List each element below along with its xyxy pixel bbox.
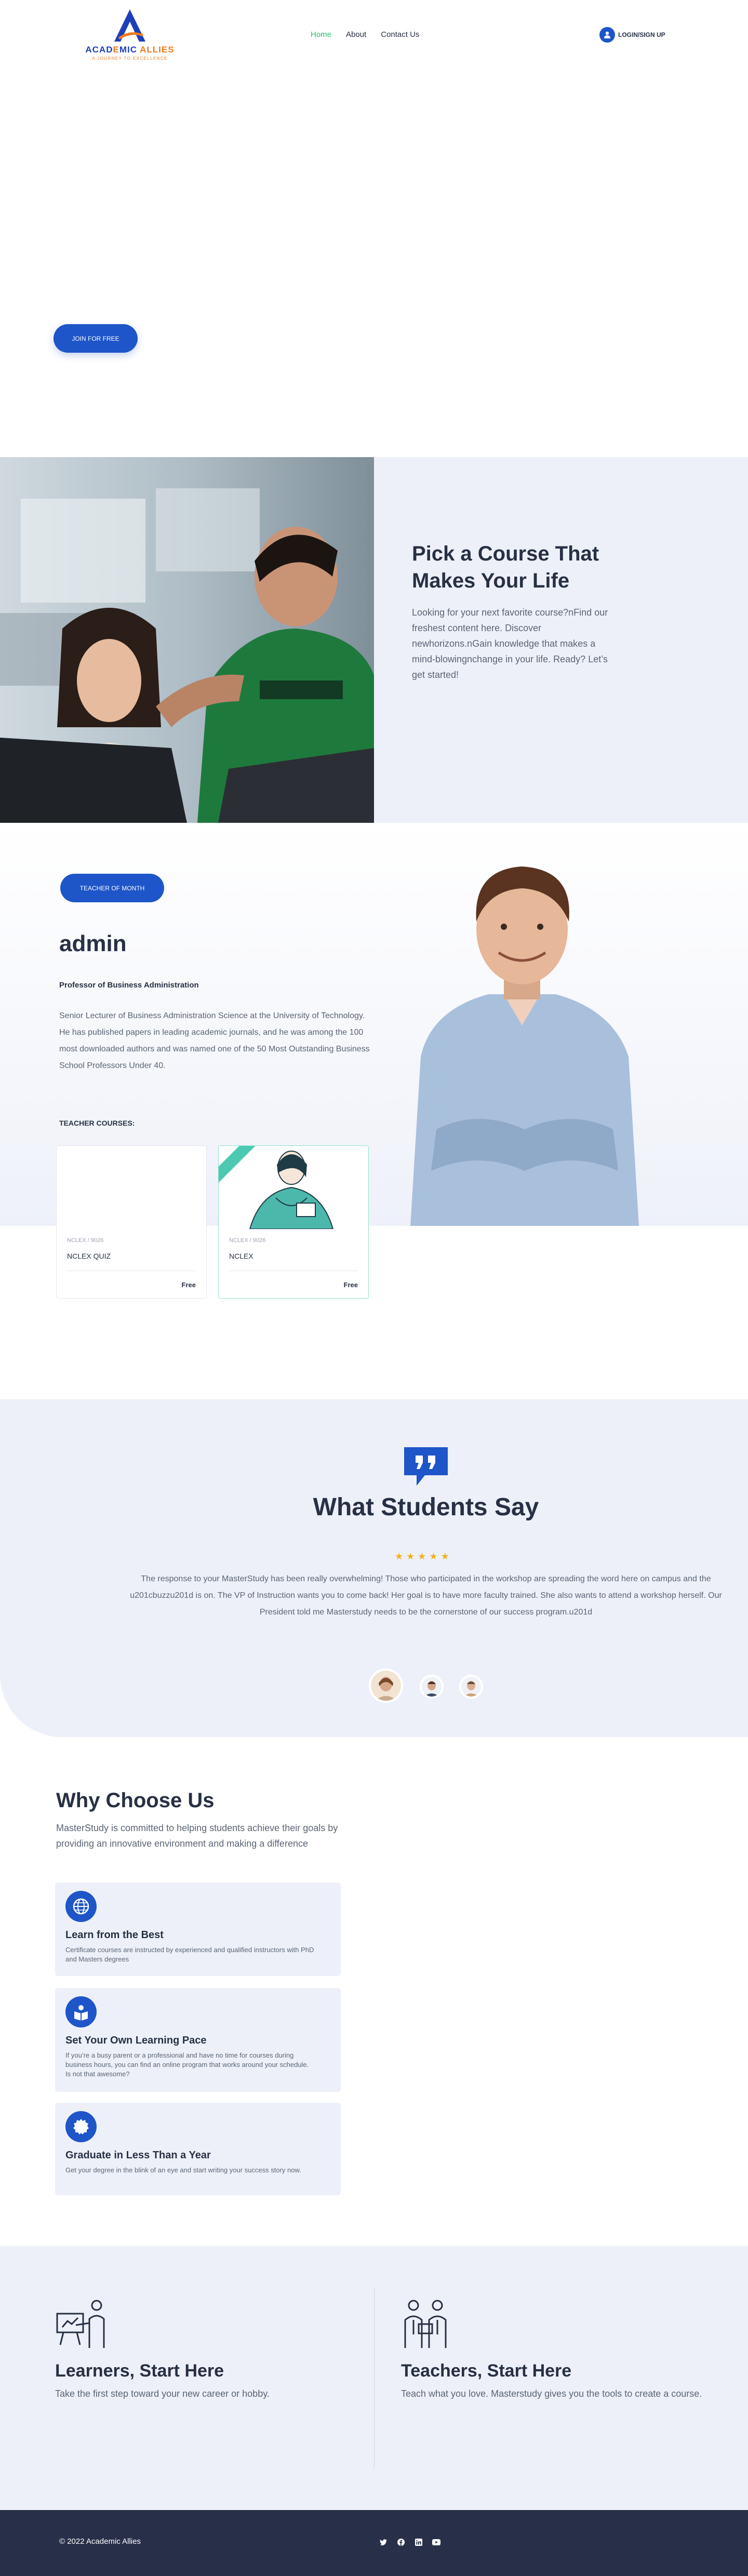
teacher-courses-label: TEACHER COURSES: [59,1119,135,1127]
teachers-column: Teachers, Start Here Teach what you love… [401,2298,702,2401]
hero-section: JOIN FOR FREE [0,73,748,457]
site-logo[interactable]: ACADEMIC ALLIES A JOURNEY TO EXCELLENCE [78,8,182,65]
pick-course-section: Pick a Course That Makes Your Life Looki… [0,457,748,823]
nav-home[interactable]: Home [311,30,331,39]
start-here-section: Learners, Start Here Take the first step… [0,2246,748,2510]
feature-title: Graduate in Less Than a Year [65,2150,211,2161]
teacher-name: admin [59,931,127,956]
social-links [378,2537,442,2547]
facebook-icon[interactable] [396,2537,406,2547]
pick-course-title: Pick a Course That Makes Your Life [412,542,599,592]
book-reader-icon [65,1996,97,2027]
testimonial-avatar[interactable] [420,1675,444,1699]
course-price: Free [343,1281,358,1289]
rating-stars: ★★★★★ [395,1551,452,1561]
feature-title: Learn from the Best [65,1929,164,1941]
feature-description: If you’re a busy parent or a professiona… [65,2051,309,2078]
teachers-description: Teach what you love. Masterstudy gives y… [401,2388,702,2399]
testimonial-avatar[interactable] [459,1675,483,1699]
course-meta: NCLEX / 9026 [67,1237,104,1244]
testimonial-text: The response to your MasterStudy has bee… [130,1574,722,1617]
testimonials-title: What Students Say [313,1493,539,1521]
linkedin-icon[interactable] [413,2537,424,2547]
site-footer: © 2022 Academic Allies [0,2510,748,2576]
site-header: ACADEMIC ALLIES A JOURNEY TO EXCELLENCE … [0,0,748,73]
teachers-icon [401,2298,702,2353]
pick-course-text: Pick a Course That Makes Your Life Looki… [374,457,748,823]
logo-tagline: A JOURNEY TO EXCELLENCE [92,56,168,61]
course-image [57,1146,206,1229]
why-choose-title: Why Choose Us [56,1789,215,1812]
login-label: LOGIN/SIGN UP [618,31,665,38]
students-photo [0,457,374,823]
course-meta: NCLEX / 9026 [229,1237,266,1244]
teachers-title: Teachers, Start Here [401,2361,572,2381]
login-signup-button[interactable]: LOGIN/SIGN UP [599,27,665,43]
learners-description: Take the first step toward your new care… [55,2388,270,2399]
teacher-of-month-badge[interactable]: TEACHER OF MONTH [60,874,164,902]
learner-icon [55,2298,356,2353]
course-title[interactable]: NCLEX QUIZ [67,1252,111,1260]
main-nav: Home About Contact Us [311,30,419,39]
nav-about[interactable]: About [346,30,366,39]
logo-name: ACADEMIC ALLIES [85,45,175,55]
globe-icon [65,1891,97,1922]
user-icon [599,27,615,43]
course-image [219,1146,368,1229]
logo-mark-icon [114,9,145,42]
feature-description: Get your degree in the blink of an eye a… [65,2166,301,2174]
join-for-free-button[interactable]: JOIN FOR FREE [54,324,138,353]
teacher-section: TEACHER OF MONTH admin Professor of Busi… [0,823,748,1399]
learners-title: Learners, Start Here [55,2361,224,2381]
course-price: Free [181,1281,196,1289]
why-choose-description: MasterStudy is committed to helping stud… [56,1823,338,1849]
teacher-bio: Senior Lecturer of Business Administrati… [59,1011,370,1070]
course-card[interactable]: NCLEX / 9026 NCLEX QUIZ Free [56,1145,207,1299]
feature-card: Set Your Own Learning Pace If you’re a b… [55,1988,341,2092]
why-choose-section: Why Choose Us MasterStudy is committed t… [0,1737,748,2246]
teacher-role: Professor of Business Administration [59,981,199,990]
feature-description: Certificate courses are instructed by ex… [65,1946,314,1963]
award-seal-icon [65,2111,97,2142]
testimonial-avatar[interactable] [369,1669,403,1703]
course-title[interactable]: NCLEX [229,1252,253,1260]
feature-card: Graduate in Less Than a Year Get your de… [55,2103,341,2195]
pick-course-description: Looking for your next favorite course?nF… [412,607,608,680]
testimonials-section: What Students Say ★★★★★ The response to … [0,1399,748,1737]
feature-card: Learn from the Best Certificate courses … [55,1883,341,1976]
teacher-photo [400,838,644,1226]
twitter-icon[interactable] [378,2537,389,2547]
nav-contact[interactable]: Contact Us [381,30,419,39]
feature-title: Set Your Own Learning Pace [65,2035,207,2046]
youtube-icon[interactable] [431,2537,442,2547]
learners-column: Learners, Start Here Take the first step… [55,2298,356,2401]
divider [374,2288,375,2468]
quote-icon [404,1447,448,1486]
copyright: © 2022 Academic Allies [59,2537,141,2546]
course-card[interactable]: NCLEX / 9026 NCLEX Free [218,1145,369,1299]
